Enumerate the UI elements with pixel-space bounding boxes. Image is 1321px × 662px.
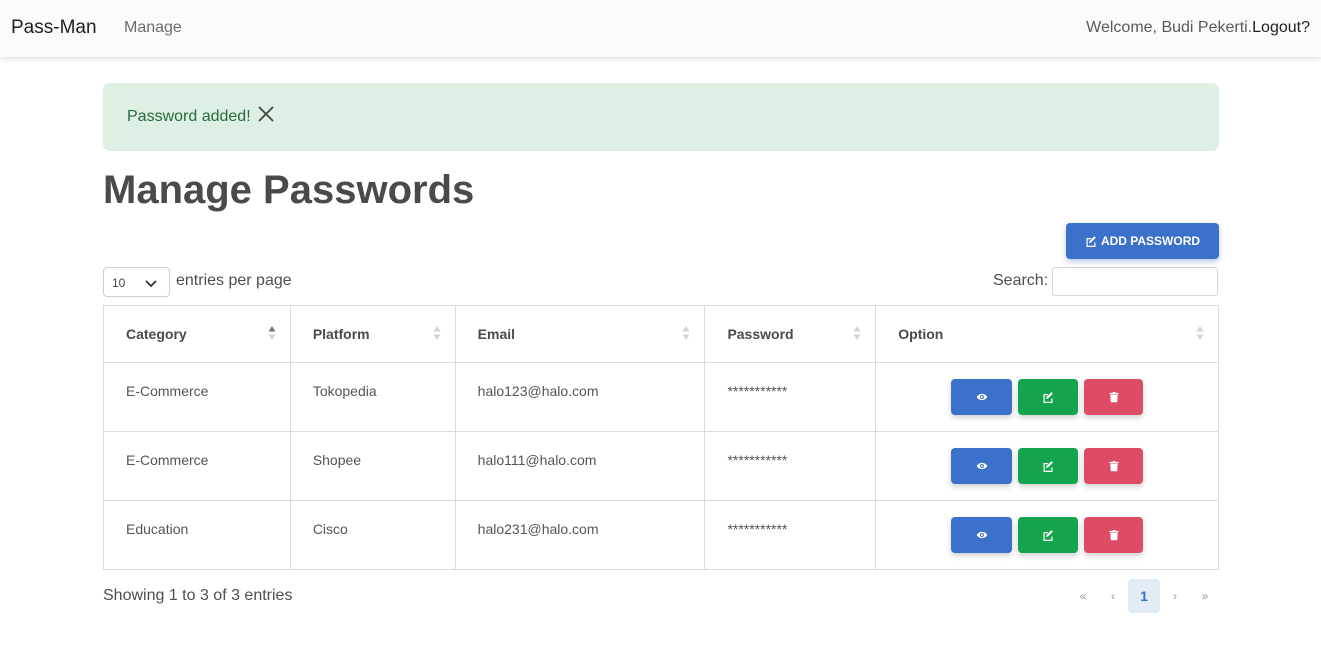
cell-email: halo123@halo.com	[454, 362, 706, 432]
view-button[interactable]	[951, 517, 1013, 553]
sort-icon	[1196, 326, 1204, 340]
view-button[interactable]	[951, 448, 1013, 484]
trash-icon	[1109, 391, 1119, 403]
showing-entries-info: Showing 1 to 3 of 3 entries	[103, 587, 293, 604]
brand-link[interactable]: Pass-Man	[11, 17, 97, 39]
cell-options	[875, 362, 1219, 432]
add-password-button[interactable]: ADD PASSWORD	[1066, 223, 1219, 259]
header-option[interactable]: Option	[875, 305, 1219, 363]
header-label: Email	[477, 326, 516, 342]
eye-icon	[976, 531, 987, 539]
nav-manage-link[interactable]: Manage	[124, 19, 182, 37]
search-label: Search:	[993, 272, 1049, 289]
navbar: Pass-Man Manage Welcome, Budi Pekerti.Lo…	[0, 0, 1321, 57]
cell-email: halo111@halo.com	[454, 431, 706, 501]
trash-icon	[1109, 460, 1119, 472]
table-row: E-Commerce Tokopedia halo123@halo.com **…	[103, 362, 1219, 432]
close-icon[interactable]	[256, 104, 276, 124]
cell-password: ***********	[704, 500, 877, 570]
cell-platform: Shopee	[289, 431, 456, 501]
cell-category: E-Commerce	[103, 431, 291, 501]
trash-icon	[1109, 529, 1119, 541]
table-row: Education Cisco halo231@halo.com *******…	[103, 500, 1219, 570]
edit-icon	[1043, 530, 1053, 541]
header-email[interactable]: Email	[454, 305, 706, 363]
entries-per-page-label: entries per page	[176, 272, 292, 289]
logout-link[interactable]: Logout?	[1252, 19, 1310, 36]
header-label: Category	[126, 326, 187, 342]
header-label: Option	[898, 326, 944, 342]
header-label: Platform	[312, 326, 370, 342]
alert-message: Password added!	[127, 108, 251, 125]
pagination: « ‹ 1 › »	[1068, 579, 1220, 613]
eye-icon	[976, 393, 987, 401]
pagination-last-button[interactable]: »	[1190, 579, 1220, 613]
page-title: Manage Passwords	[103, 168, 475, 212]
cell-platform: Tokopedia	[289, 362, 456, 432]
passwords-table: Category Platform Email Password Option …	[103, 305, 1219, 570]
table-row: E-Commerce Shopee halo111@halo.com *****…	[103, 431, 1219, 501]
edit-button[interactable]	[1018, 517, 1079, 553]
header-password[interactable]: Password	[704, 305, 877, 363]
success-alert: Password added!	[103, 83, 1219, 151]
pagination-next-button[interactable]: ›	[1160, 579, 1190, 613]
cell-options	[875, 431, 1219, 501]
entries-value: 10	[112, 276, 126, 290]
edit-icon	[1043, 461, 1053, 472]
pagination-first-button[interactable]: «	[1068, 579, 1098, 613]
welcome-text: Welcome, Budi Pekerti.	[1086, 19, 1253, 36]
delete-button[interactable]	[1084, 448, 1144, 484]
eye-icon	[976, 462, 987, 470]
cell-email: halo231@halo.com	[454, 500, 706, 570]
header-label: Password	[727, 326, 794, 342]
header-platform[interactable]: Platform	[289, 305, 456, 363]
edit-button[interactable]	[1018, 448, 1079, 484]
delete-button[interactable]	[1084, 517, 1144, 553]
edit-button[interactable]	[1018, 379, 1079, 415]
view-button[interactable]	[951, 379, 1013, 415]
cell-options	[875, 500, 1219, 570]
delete-button[interactable]	[1084, 379, 1144, 415]
edit-icon	[1086, 236, 1096, 247]
sort-icon	[682, 326, 690, 340]
pagination-previous-button[interactable]: ‹	[1098, 579, 1128, 613]
add-password-label: ADD PASSWORD	[1100, 234, 1201, 248]
cell-password: ***********	[704, 431, 877, 501]
header-category[interactable]: Category	[103, 305, 291, 363]
sort-ascending-icon	[268, 326, 276, 340]
cell-category: Education	[103, 500, 291, 570]
sort-icon	[433, 326, 441, 340]
chevron-down-icon	[145, 280, 157, 288]
entries-per-page-select[interactable]: 10	[103, 267, 170, 297]
edit-icon	[1043, 392, 1053, 403]
cell-password: ***********	[704, 362, 877, 432]
cell-category: E-Commerce	[103, 362, 291, 432]
cell-platform: Cisco	[289, 500, 456, 570]
user-greeting: Welcome, Budi Pekerti.Logout?	[1086, 19, 1310, 37]
sort-icon	[853, 326, 861, 340]
pagination-page-1[interactable]: 1	[1128, 579, 1160, 613]
search-input[interactable]	[1052, 267, 1218, 296]
